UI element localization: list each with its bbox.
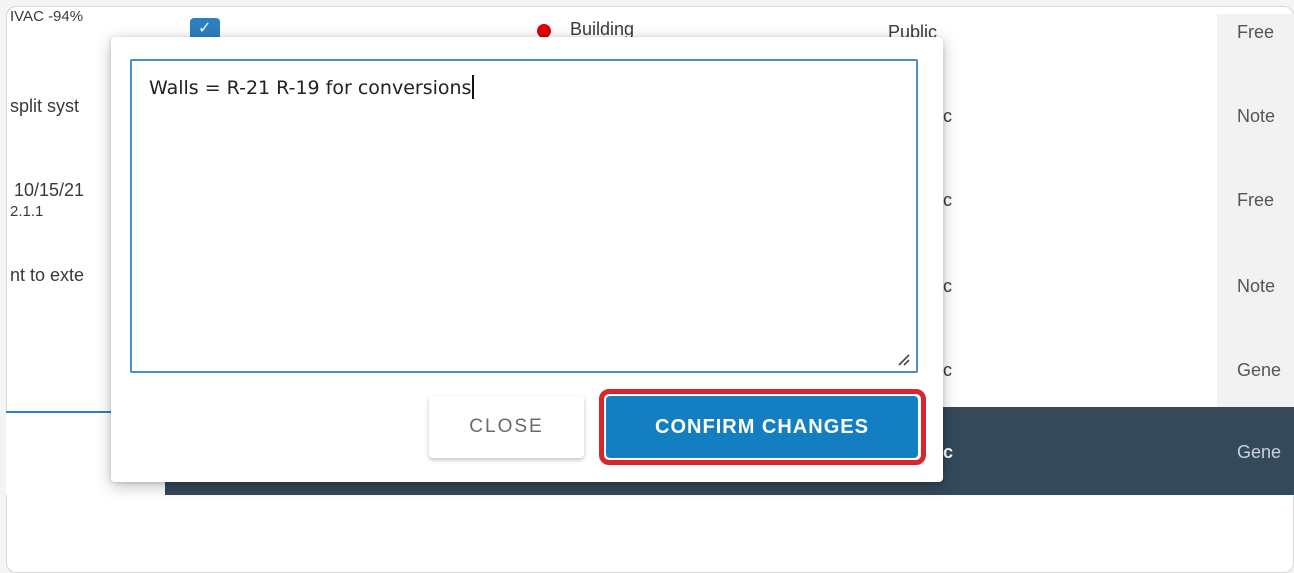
selected-row-type: Gene	[1237, 442, 1282, 462]
row-2-type: Note	[1237, 106, 1276, 126]
confirm-changes-button[interactable]: CONFIRM CHANGES	[606, 396, 918, 458]
row-4-type: Note	[1237, 276, 1276, 296]
row-3-visibility: c	[943, 190, 952, 210]
row-4-text: nt to exte	[10, 265, 85, 285]
note-text: Walls = R-21 R-19 for conversions	[149, 77, 472, 99]
row-1-type: Free	[1237, 22, 1275, 42]
row-3-type: Free	[1237, 190, 1275, 210]
row-2-visibility: c	[943, 106, 952, 126]
row-3-text-line2: 2.1.1	[10, 203, 44, 220]
row-1-text: IVAC -94%	[10, 8, 84, 25]
close-button[interactable]: CLOSE	[429, 396, 584, 458]
note-textarea[interactable]: Walls = R-21 R-19 for conversions	[130, 59, 918, 373]
resize-handle-icon[interactable]	[896, 352, 910, 366]
type-column	[1217, 14, 1294, 414]
row-4-visibility: c	[943, 276, 952, 296]
edit-note-dialog: Walls = R-21 R-19 for conversions CLOSE …	[111, 37, 943, 482]
selected-row-visibility: c	[943, 442, 954, 462]
row-5-visibility: c	[943, 360, 952, 380]
row-3-text: 10/15/21	[14, 180, 85, 200]
row-5-type: Gene	[1237, 360, 1282, 380]
row-2-text: split syst	[10, 96, 80, 116]
check-icon: ✓	[198, 20, 212, 37]
status-dot-icon	[537, 24, 551, 38]
text-cursor	[472, 75, 475, 99]
